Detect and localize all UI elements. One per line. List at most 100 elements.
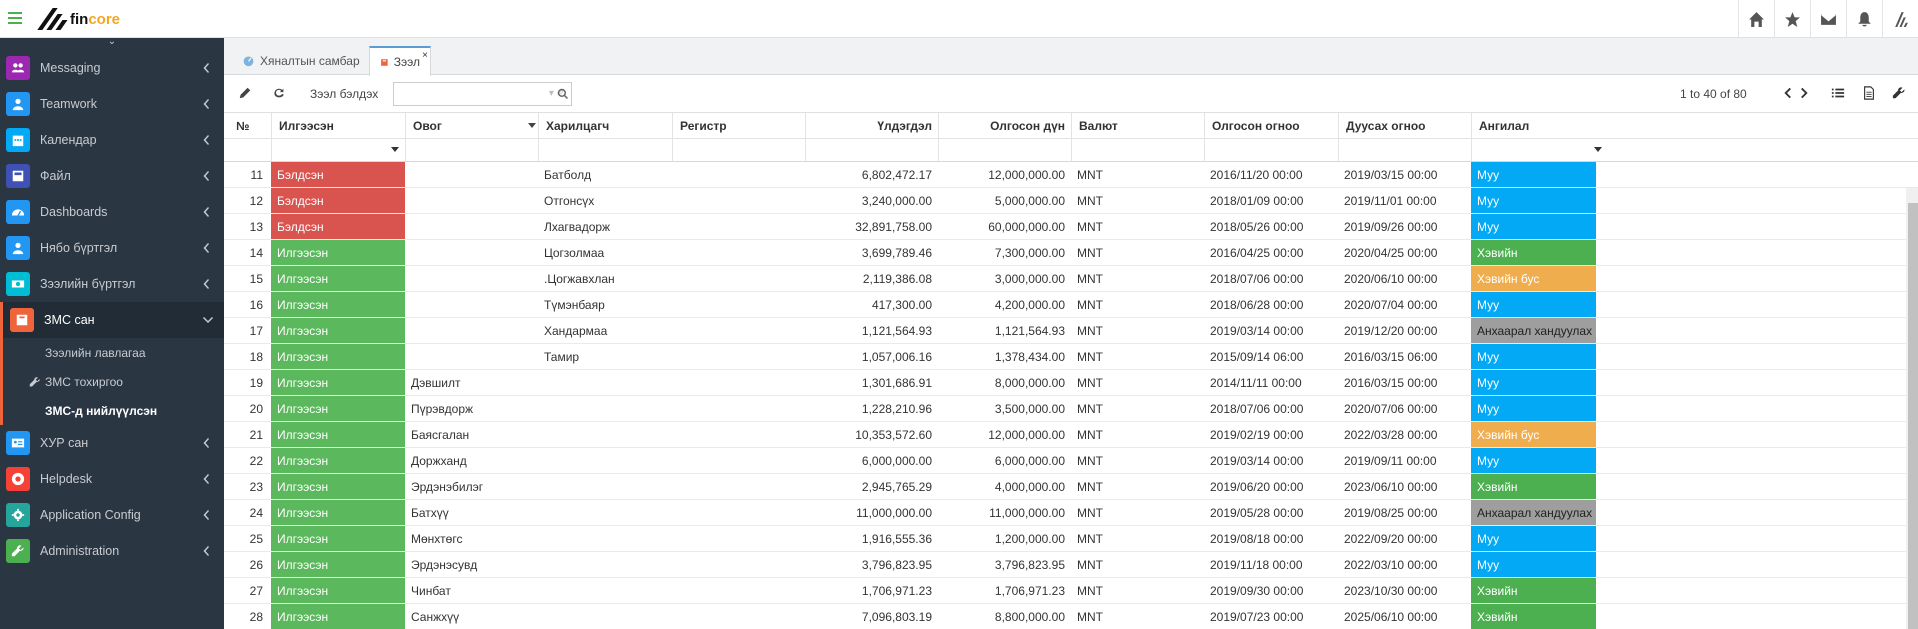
refresh-icon[interactable] xyxy=(272,86,288,102)
close-tab-icon[interactable]: × xyxy=(422,50,428,61)
col-category-cell: Муу xyxy=(1471,448,1596,473)
col-category-cell: Хэвийн xyxy=(1471,474,1596,499)
col-client-cell: Батболд xyxy=(544,167,592,182)
table-row[interactable]: 20 Илгээсэн Пүрэвдорж 1,228,210.96 3,500,000… xyxy=(224,396,1918,422)
sidebar-item-helpdesk[interactable]: Helpdesk xyxy=(0,461,224,497)
table-row[interactable]: 27 Илгээсэн Чинбат 1,706,971.23 1,706,971.23… xyxy=(224,578,1918,604)
tab-bar: Хяналтын самбар Зээл × xyxy=(224,38,1918,76)
col-index-cell: 22 xyxy=(249,453,263,468)
table-row[interactable]: 17 Илгээсэн Хандармаа 1,121,564.93 1,121,564… xyxy=(224,318,1918,344)
sidebar-item-messaging[interactable]: Messaging xyxy=(0,50,224,86)
chevron-left-icon xyxy=(202,206,210,218)
col-currency-header[interactable]: Валют xyxy=(1071,113,1204,138)
table-row[interactable]: 21 Илгээсэн Баясгалан 10,353,572.60 12,000,0… xyxy=(224,422,1918,448)
sidebar-item-хур-сан[interactable]: ХУР сан xyxy=(0,425,224,461)
col-register-cell xyxy=(672,500,805,525)
col-end-date-cell: 2019/03/15 00:00 xyxy=(1344,167,1438,182)
col-last-name-cell: Дэвшилт xyxy=(411,375,461,390)
column-menu-icon[interactable] xyxy=(528,123,536,128)
sidebar-item-label: Календар xyxy=(40,133,97,147)
sidebar-item-файл[interactable]: Файл xyxy=(0,158,224,194)
col-register-cell xyxy=(672,188,805,213)
table-row[interactable]: 14 Илгээсэн Цогзолмаа 3,699,789.46 7,300,000… xyxy=(224,240,1918,266)
col-end-date-cell: 2025/06/10 00:00 xyxy=(1344,609,1438,624)
settings-wrench-icon[interactable] xyxy=(1892,86,1908,102)
table-row[interactable]: 12 Бэлдсэн Отгонсүх 3,240,000.00 5,000,000.0… xyxy=(224,188,1918,214)
sidebar-item-administration[interactable]: Administration xyxy=(0,533,224,569)
sidebar-subitem-zms-supplied[interactable]: ЗМС-д нийлүүлсэн xyxy=(3,396,224,425)
col-last-name-cell xyxy=(405,214,538,239)
sidebar-item-змс-сан[interactable]: ЗМС сан xyxy=(0,302,224,338)
sidebar-item-календар[interactable]: Календар xyxy=(0,122,224,158)
col-amount-cell: 6,000,000.00 xyxy=(994,453,1065,468)
table-row[interactable]: 15 Илгээсэн .Цогжавхлан 2,119,386.08 3,000,0… xyxy=(224,266,1918,292)
table-row[interactable]: 18 Илгээсэн Тамир 1,057,006.16 1,378,434.00 M… xyxy=(224,344,1918,370)
brand-logo[interactable]: fincore xyxy=(37,6,120,32)
bell-icon[interactable] xyxy=(1846,0,1882,38)
col-amount-header[interactable]: Олгосон дүн xyxy=(938,113,1071,138)
col-category-filter[interactable] xyxy=(1471,139,1608,161)
col-currency-cell: MNT xyxy=(1077,167,1103,182)
filter-dropdown-icon[interactable] xyxy=(1594,147,1602,152)
users-icon xyxy=(6,56,30,80)
edit-pencil-icon[interactable] xyxy=(238,86,254,102)
col-category-header[interactable]: Ангилал xyxy=(1471,113,1608,138)
col-last-name-header[interactable]: Овог xyxy=(405,113,538,138)
table-row[interactable]: 22 Илгээсэн Доржханд 6,000,000.00 6,000,000.… xyxy=(224,448,1918,474)
menu-toggle-icon[interactable] xyxy=(8,12,22,24)
table-row[interactable]: 13 Бэлдсэн Лхагвадорж 32,891,758.00 60,000,0… xyxy=(224,214,1918,240)
sidebar-item-зээлийн-бүртгэл[interactable]: Зээлийн бүртгэл xyxy=(0,266,224,302)
col-last-name-cell xyxy=(405,266,538,291)
table-row[interactable]: 11 Бэлдсэн Батболд 6,802,472.17 12,000,000.0… xyxy=(224,162,1918,188)
table-row[interactable]: 23 Илгээсэн Эрдэнэбилэг 2,945,765.29 4,000,0… xyxy=(224,474,1918,500)
sidebar-collapse-icon[interactable]: ⌄ xyxy=(0,37,224,50)
table-row[interactable]: 16 Илгээсэн Түмэнбаяр 417,300.00 4,200,000.0… xyxy=(224,292,1918,318)
col-index-header[interactable]: № xyxy=(224,113,271,138)
home-icon[interactable] xyxy=(1738,0,1774,38)
col-index-cell: 12 xyxy=(249,193,263,208)
sidebar-subitem-loan-reference[interactable]: Зээлийн лавлагаа xyxy=(3,338,224,367)
search-input[interactable]: ▾ ✐ xyxy=(393,82,572,106)
col-currency-cell: MNT xyxy=(1077,245,1103,260)
col-last-name-filter xyxy=(405,139,538,161)
col-last-name-cell: Батхүү xyxy=(411,505,449,520)
envelope-icon[interactable] xyxy=(1810,0,1846,38)
sidebar-item-application-config[interactable]: Application Config xyxy=(0,497,224,533)
list-view-icon[interactable] xyxy=(1831,86,1847,102)
table-row[interactable]: 25 Илгээсэн Мөнхтөгс 1,916,555.36 1,200,000.… xyxy=(224,526,1918,552)
col-client-header[interactable]: Харилцагч xyxy=(538,113,672,138)
search-icon[interactable] xyxy=(554,82,572,106)
col-open-date-header[interactable]: Олгосон огноо xyxy=(1204,113,1338,138)
table-row[interactable]: 28 Илгээсэн Санжхүү 7,096,803.19 8,800,000.0… xyxy=(224,604,1918,629)
filter-dropdown-icon[interactable] xyxy=(391,147,399,152)
prev-page-icon[interactable] xyxy=(1780,86,1796,102)
col-register-header[interactable]: Регистр xyxy=(672,113,805,138)
col-sent-header[interactable]: Илгээсэн xyxy=(271,113,405,138)
tab-loan[interactable]: Зээл × xyxy=(369,46,431,76)
col-register-cell xyxy=(672,292,805,317)
col-last-name-cell xyxy=(405,318,538,343)
sidebar-item-нябо-бүртгэл[interactable]: Нябо бүртгэл xyxy=(0,230,224,266)
col-category-cell: Муу xyxy=(1471,214,1596,239)
prepare-loan-label[interactable]: Зээл бэлдэх xyxy=(310,87,378,101)
scrollbar-thumb[interactable] xyxy=(1908,203,1918,629)
col-category-cell: Анхаарал хандуулах xyxy=(1471,318,1596,343)
col-sent-cell: Илгээсэн xyxy=(271,318,405,343)
next-page-icon[interactable] xyxy=(1798,86,1814,102)
sidebar-subitem-zms-settings[interactable]: ЗМС тохиргоо xyxy=(3,367,224,396)
col-balance-cell: 1,916,555.36 xyxy=(861,531,932,546)
col-balance-header[interactable]: Үлдэгдэл xyxy=(805,113,938,138)
logo-icon[interactable] xyxy=(1882,0,1918,38)
star-icon[interactable] xyxy=(1774,0,1810,38)
table-row[interactable]: 26 Илгээсэн Эрдэнэсувд 3,796,823.95 3,796,82… xyxy=(224,552,1918,578)
col-sent-filter[interactable] xyxy=(271,139,405,161)
col-end-date-cell: 2022/03/28 00:00 xyxy=(1344,427,1438,442)
sidebar-item-dashboards[interactable]: Dashboards xyxy=(0,194,224,230)
table-row[interactable]: 24 Илгээсэн Батхүү 11,000,000.00 11,000,000.… xyxy=(224,500,1918,526)
sidebar-item-teamwork[interactable]: Teamwork xyxy=(0,86,224,122)
table-row[interactable]: 19 Илгээсэн Дэвшилт 1,301,686.91 8,000,000.0… xyxy=(224,370,1918,396)
pager-info: 1 to 40 of 80 xyxy=(1680,87,1747,101)
export-document-icon[interactable] xyxy=(1862,86,1878,102)
col-end-date-header[interactable]: Дуусах огноо xyxy=(1338,113,1471,138)
tab-dashboard[interactable]: Хяналтын самбар xyxy=(232,46,370,75)
